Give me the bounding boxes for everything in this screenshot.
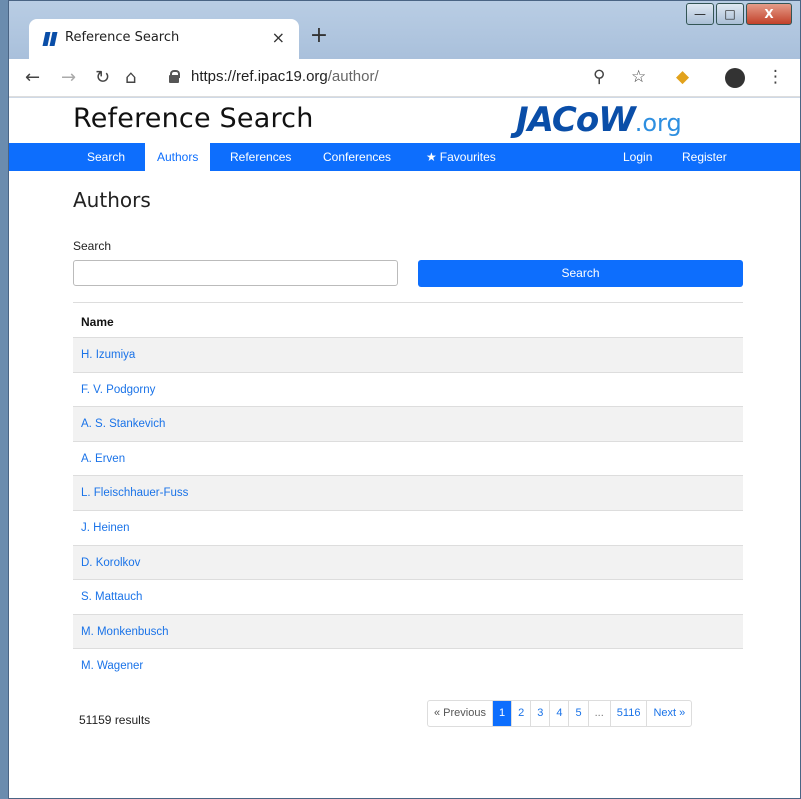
nav-authors[interactable]: Authors (145, 143, 211, 171)
page-content: Reference Search JACoW.org Search Author… (9, 98, 800, 798)
nav-favourites[interactable]: ★ Favourites (414, 143, 508, 171)
star-icon: ★ (426, 150, 437, 164)
page-5[interactable]: 5 (568, 701, 587, 726)
page-2[interactable]: 2 (511, 701, 530, 726)
lock-icon (169, 70, 180, 83)
minimize-button[interactable]: — (686, 3, 714, 25)
address-bar: ← → ↻ ⌂ https://ref.ipac19.org/author/ ⚲… (9, 59, 800, 97)
brand-main: JACoW (516, 100, 636, 140)
page-ellipsis: ... (587, 701, 610, 726)
nav-favourites-label: Favourites (439, 150, 496, 164)
page-1[interactable]: 1 (491, 701, 512, 726)
maximize-button[interactable]: □ (716, 3, 744, 25)
reload-icon[interactable]: ↻ (95, 67, 110, 88)
pagination: « Previous 1 2 3 4 5 ... 5116 Next » (427, 700, 693, 727)
page-previous[interactable]: « Previous (428, 701, 492, 726)
table-row[interactable]: H. Izumiya (73, 337, 743, 372)
url-host: https://ref.ipac19.org (191, 68, 328, 85)
page-4[interactable]: 4 (549, 701, 568, 726)
table-row[interactable]: A. S. Stankevich (73, 406, 743, 441)
page-next[interactable]: Next » (646, 701, 691, 726)
title-bar: Reference Search × + — □ X (9, 1, 800, 59)
table-row[interactable]: A. Erven (73, 440, 743, 476)
authors-table: Name H. Izumiya F. V. Podgorny A. S. Sta… (73, 302, 743, 683)
table-row[interactable]: L. Fleischhauer-Fuss (73, 475, 743, 510)
nav-search[interactable]: Search (75, 143, 137, 171)
profile-avatar-icon[interactable] (725, 68, 745, 88)
url-path: /author/ (327, 68, 379, 85)
jacow-favicon-icon (42, 32, 58, 46)
search-input[interactable] (73, 260, 398, 286)
nav-conferences[interactable]: Conferences (311, 143, 403, 171)
table-row[interactable]: J. Heinen (73, 509, 743, 545)
search-button[interactable]: Search (418, 260, 743, 287)
nav-login[interactable]: Login (611, 143, 664, 171)
table-row[interactable]: D. Korolkov (73, 544, 743, 580)
home-icon[interactable]: ⌂ (125, 67, 136, 88)
browser-window: Reference Search × + — □ X ← → ↻ ⌂ https… (8, 0, 801, 799)
tab-close-icon[interactable]: × (272, 28, 285, 47)
search-label: Search (73, 239, 112, 253)
tab-title: Reference Search (65, 30, 180, 45)
table-row[interactable]: F. V. Podgorny (73, 371, 743, 407)
page-3[interactable]: 3 (530, 701, 549, 726)
forward-arrow-icon[interactable]: → (61, 67, 76, 88)
main-navbar: Search Authors References Conferences ★ F… (9, 143, 800, 171)
page-last[interactable]: 5116 (609, 701, 647, 726)
menu-dots-icon[interactable]: ⋮ (767, 67, 784, 87)
url-text: https://ref.ipac19.org/author/ (191, 68, 379, 85)
window-controls: — □ X (684, 3, 792, 25)
extension-icon[interactable]: ◆ (676, 67, 689, 87)
close-window-button[interactable]: X (746, 3, 792, 25)
brand-suffix: .org (634, 109, 682, 137)
browser-tab[interactable]: Reference Search × (29, 19, 299, 59)
jacow-logo[interactable]: JACoW.org (516, 100, 682, 140)
results-count: 51159 results (79, 713, 151, 727)
table-header-name: Name (73, 302, 743, 337)
site-title[interactable]: Reference Search (73, 103, 314, 134)
nav-references[interactable]: References (218, 143, 303, 171)
bookmark-star-icon[interactable]: ☆ (631, 67, 646, 87)
new-tab-button[interactable]: + (305, 23, 333, 51)
table-row[interactable]: M. Wagener (73, 648, 743, 683)
back-arrow-icon[interactable]: ← (25, 67, 40, 88)
table-row[interactable]: M. Monkenbusch (73, 613, 743, 649)
table-row[interactable]: S. Mattauch (73, 579, 743, 614)
page-title: Authors (73, 188, 151, 212)
zoom-icon[interactable]: ⚲ (593, 67, 605, 87)
nav-register[interactable]: Register (670, 143, 739, 171)
